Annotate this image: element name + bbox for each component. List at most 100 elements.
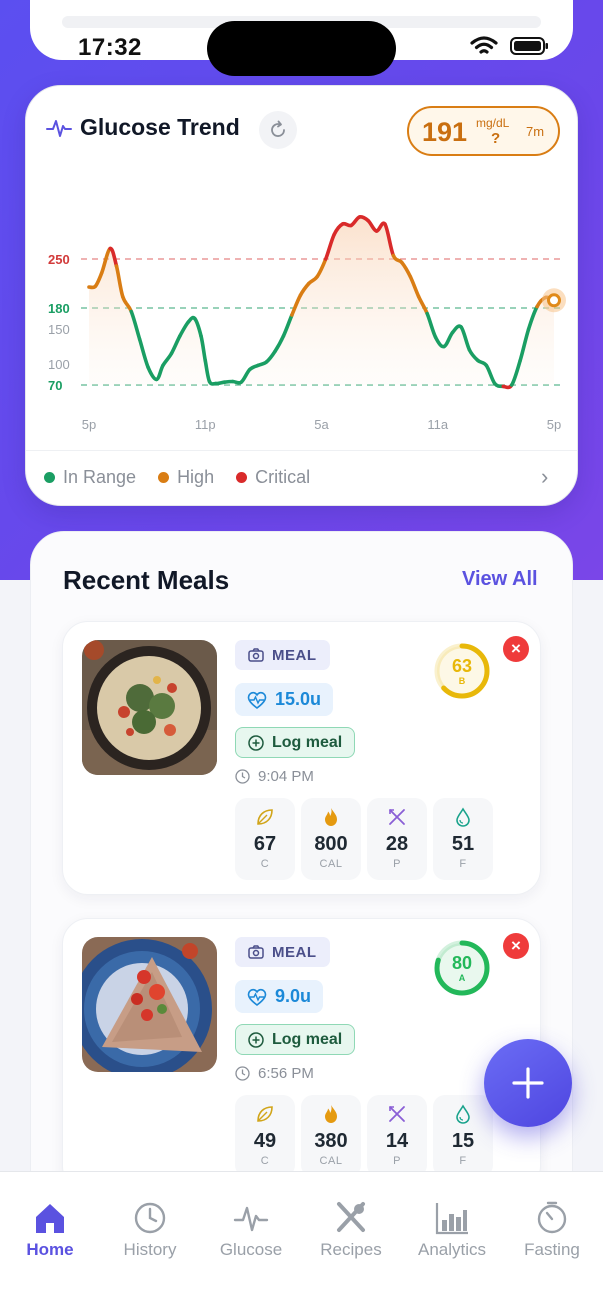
flame-icon <box>325 808 337 826</box>
status-icons <box>470 36 550 56</box>
macro-label: CAL <box>319 858 343 870</box>
meal-type-label: MEAL <box>272 646 317 664</box>
tab-label: Home <box>26 1240 74 1259</box>
leaf-icon <box>257 1106 273 1122</box>
clock-icon <box>134 1202 166 1234</box>
meal-photo <box>82 640 217 775</box>
tab-label: Fasting <box>524 1240 580 1259</box>
utensils-icon <box>389 809 405 825</box>
tab-fasting[interactable]: Fasting <box>502 1200 602 1260</box>
insulin-dose-tag[interactable]: 9.0u <box>235 980 324 1013</box>
meal-score: 63 <box>451 656 473 676</box>
tab-label: Recipes <box>320 1240 382 1259</box>
tab-label: Glucose <box>219 1240 283 1259</box>
x-tick-label: 5p <box>547 417 561 432</box>
macro-value: 380 <box>314 1130 348 1152</box>
macro-tile: 49 C <box>235 1095 295 1177</box>
log-meal-label: Log meal <box>272 733 343 751</box>
delete-meal-button[interactable]: × <box>503 933 529 959</box>
macro-tile: 800 CAL <box>301 798 361 880</box>
meal-time-label: 6:56 PM <box>258 1065 314 1082</box>
x-tick-label: 11p <box>195 417 216 432</box>
close-icon: × <box>511 639 521 658</box>
macro-label: F <box>459 1155 467 1167</box>
y-tick-label: 100 <box>48 357 70 372</box>
macro-tile: 51 F <box>433 798 493 880</box>
meal-grade: A <box>458 973 466 983</box>
status-time: 17:32 <box>78 34 142 61</box>
macro-grid: 67 C 800 CAL 28 P 51 F <box>235 798 493 880</box>
tab-glucose[interactable]: Glucose <box>201 1200 301 1260</box>
camera-icon <box>248 945 264 959</box>
macro-tile: 380 CAL <box>301 1095 361 1177</box>
recent-meals-panel: Recent Meals View All MEAL 15.0u Log mea… <box>30 531 573 1231</box>
meal-type-label: MEAL <box>272 943 317 961</box>
add-meal-button[interactable] <box>484 1039 572 1127</box>
camera-icon <box>248 648 264 662</box>
clock-icon <box>235 1066 250 1081</box>
close-icon: × <box>511 936 521 955</box>
tab-analytics[interactable]: Analytics <box>402 1200 502 1260</box>
macro-value: 15 <box>451 1130 475 1152</box>
tab-label: History <box>123 1240 177 1259</box>
meal-type-tag: MEAL <box>235 937 330 967</box>
macro-tile: 14 P <box>367 1095 427 1177</box>
plus-circle-icon <box>248 734 264 751</box>
log-meal-button[interactable]: Log meal <box>235 1024 356 1055</box>
x-tick-label: 5a <box>314 417 329 432</box>
insulin-dose-tag[interactable]: 15.0u <box>235 683 334 716</box>
meal-time: 9:04 PM <box>235 768 314 785</box>
view-all-link[interactable]: View All <box>462 568 538 591</box>
delete-meal-button[interactable]: × <box>503 636 529 662</box>
chevron-right-icon[interactable]: › <box>541 464 548 490</box>
meal-grade: B <box>458 676 466 686</box>
tab-history[interactable]: History <box>100 1200 200 1260</box>
macro-value: 28 <box>385 833 409 855</box>
log-meal-button[interactable]: Log meal <box>235 727 356 758</box>
glucose-trend-card[interactable]: Glucose Trend 191 mg/dL ? 7m 250 180 150 10… <box>25 85 578 506</box>
bottom-tab-bar: Home History Glucose Recipes Analytics F… <box>0 1171 603 1311</box>
macro-label: CAL <box>319 1155 343 1167</box>
bar-chart-icon <box>435 1203 468 1235</box>
macro-label: P <box>393 1155 401 1167</box>
legend-dot <box>158 472 170 483</box>
macro-label: F <box>459 858 467 870</box>
legend-item: In Range <box>44 467 136 488</box>
heart-pulse-icon <box>247 691 267 709</box>
current-point-marker[interactable] <box>547 293 561 308</box>
legend-dot <box>44 472 55 483</box>
meal-card[interactable]: MEAL 15.0u Log meal 9:04 PM 63 B × 67 C … <box>62 621 541 895</box>
meal-score: 80 <box>451 953 473 973</box>
timer-icon <box>537 1201 567 1234</box>
recent-meals-title: Recent Meals <box>63 565 230 595</box>
x-tick-label: 11a <box>427 417 448 432</box>
macro-label: P <box>393 858 401 870</box>
meal-time: 6:56 PM <box>235 1065 314 1082</box>
meal-score-ring[interactable]: 63 B <box>432 641 492 701</box>
meal-time-label: 9:04 PM <box>258 768 314 785</box>
plus-icon <box>512 1067 544 1099</box>
meal-photo <box>82 937 217 1072</box>
macro-grid: 49 C 380 CAL 14 P 15 F <box>235 1095 493 1177</box>
legend-label: Critical <box>255 467 311 487</box>
droplet-icon <box>456 807 470 827</box>
home-icon <box>36 1204 64 1233</box>
glucose-chart[interactable]: 250 180 150 100 70 5p 11p 5a 11a 5p <box>26 86 578 446</box>
utensils-cross-icon <box>337 1202 365 1232</box>
y-tick-label: 180 <box>48 301 70 316</box>
meal-type-tag: MEAL <box>235 640 330 670</box>
droplet-icon <box>456 1104 470 1124</box>
tab-home[interactable]: Home <box>0 1200 100 1260</box>
clock-icon <box>235 769 250 784</box>
macro-label: C <box>260 1155 270 1167</box>
macro-tile: 67 C <box>235 798 295 880</box>
utensils-icon <box>389 1106 405 1122</box>
pulse-icon <box>233 1206 269 1232</box>
wifi-icon <box>470 36 498 54</box>
legend-dot <box>236 472 248 483</box>
meal-card[interactable]: MEAL 9.0u Log meal 6:56 PM 80 A × 49 C 3… <box>62 918 541 1192</box>
insulin-dose-value: 9.0u <box>275 986 312 1006</box>
legend-label: High <box>177 467 215 487</box>
meal-score-ring[interactable]: 80 A <box>432 938 492 998</box>
tab-recipes[interactable]: Recipes <box>301 1200 401 1260</box>
